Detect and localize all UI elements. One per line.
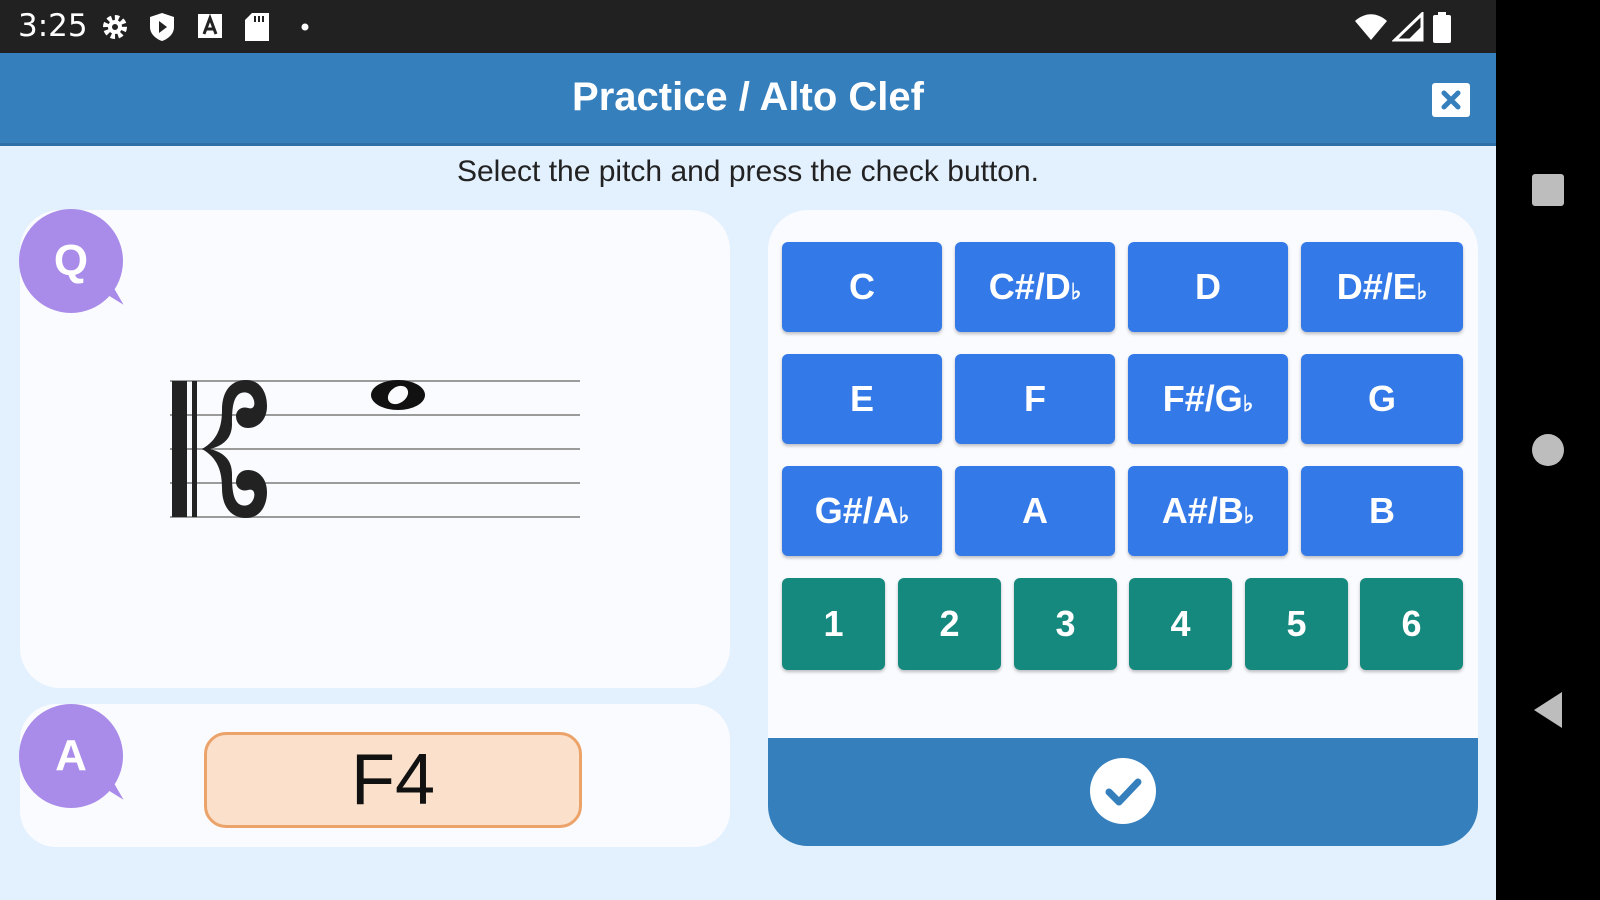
pitch-label: D#/E [1336, 266, 1417, 307]
app-bar: Practice / Alto Clef [0, 53, 1496, 146]
pitch-label: F [1024, 378, 1046, 419]
pitch-label: A [1022, 490, 1048, 531]
pitch-label: E [849, 378, 874, 419]
pitch-button-f-sharp-g-flat[interactable]: F#/G♭ [1128, 354, 1288, 444]
pitch-label: B [1369, 490, 1395, 531]
close-button[interactable] [1432, 83, 1470, 117]
answer-value: F4 [204, 732, 582, 828]
flat-sign: ♭ [1243, 503, 1255, 528]
pitch-button-c[interactable]: C [782, 242, 942, 332]
pitch-button-d-sharp-e-flat[interactable]: D#/E♭ [1301, 242, 1463, 332]
home-button[interactable] [1532, 434, 1564, 466]
page-title: Practice / Alto Clef [572, 75, 924, 119]
whole-note [371, 380, 425, 410]
screen: 3:25 Practice / Alto Clef Select the pit… [0, 0, 1496, 900]
pitch-button-d[interactable]: D [1128, 242, 1288, 332]
a-box-icon [198, 13, 222, 38]
cell-signal-icon [1392, 12, 1424, 42]
music-staff [170, 380, 580, 518]
octave-button-3[interactable]: 3 [1014, 578, 1117, 670]
pitch-button-b[interactable]: B [1301, 466, 1463, 556]
wifi-icon [1355, 14, 1387, 40]
pitch-button-g-sharp-a-flat[interactable]: G#/A♭ [782, 466, 942, 556]
flat-sign: ♭ [1070, 279, 1082, 304]
battery-icon [1433, 12, 1451, 43]
input-panel: C C#/D♭ D D#/E♭ E F F#/G♭ G G#/A♭ A A#/B… [768, 210, 1478, 846]
pitch-button-a[interactable]: A [955, 466, 1115, 556]
pitch-label: G#/A [814, 490, 899, 531]
pitch-button-e[interactable]: E [782, 354, 942, 444]
octave-button-6[interactable]: 6 [1360, 578, 1463, 670]
octave-button-1[interactable]: 1 [782, 578, 885, 670]
close-icon [1441, 90, 1461, 110]
octave-button-5[interactable]: 5 [1245, 578, 1348, 670]
pitch-label: A#/B [1161, 490, 1244, 531]
check-button[interactable] [768, 738, 1478, 846]
pitch-label: F#/G [1162, 378, 1243, 419]
flat-sign: ♭ [1416, 279, 1428, 304]
pitch-button-c-sharp-d-flat[interactable]: C#/D♭ [955, 242, 1115, 332]
check-circle [1090, 758, 1156, 824]
pitch-button-a-sharp-b-flat[interactable]: A#/B♭ [1128, 466, 1288, 556]
shield-play-icon [150, 13, 174, 41]
pitch-label: C [849, 266, 875, 307]
status-bar: 3:25 [0, 0, 1496, 53]
settings-icon [103, 15, 127, 39]
back-button[interactable] [1530, 690, 1566, 730]
status-time: 3:25 [18, 8, 88, 44]
pitch-label: D [1195, 266, 1221, 307]
pitch-button-f[interactable]: F [955, 354, 1115, 444]
notification-dot-icon [301, 23, 309, 31]
pitch-label: G [1367, 378, 1396, 419]
recents-button[interactable] [1532, 174, 1564, 206]
system-nav-bar [1496, 0, 1600, 900]
pitch-label: C#/D [988, 266, 1071, 307]
octave-button-4[interactable]: 4 [1129, 578, 1232, 670]
octave-button-2[interactable]: 2 [898, 578, 1001, 670]
pitch-button-g[interactable]: G [1301, 354, 1463, 444]
flat-sign: ♭ [898, 503, 910, 528]
instruction-text: Select the pitch and press the check but… [456, 155, 1040, 188]
checkmark-icon [1105, 778, 1142, 806]
sd-card-icon [245, 13, 269, 41]
flat-sign: ♭ [1242, 391, 1254, 416]
